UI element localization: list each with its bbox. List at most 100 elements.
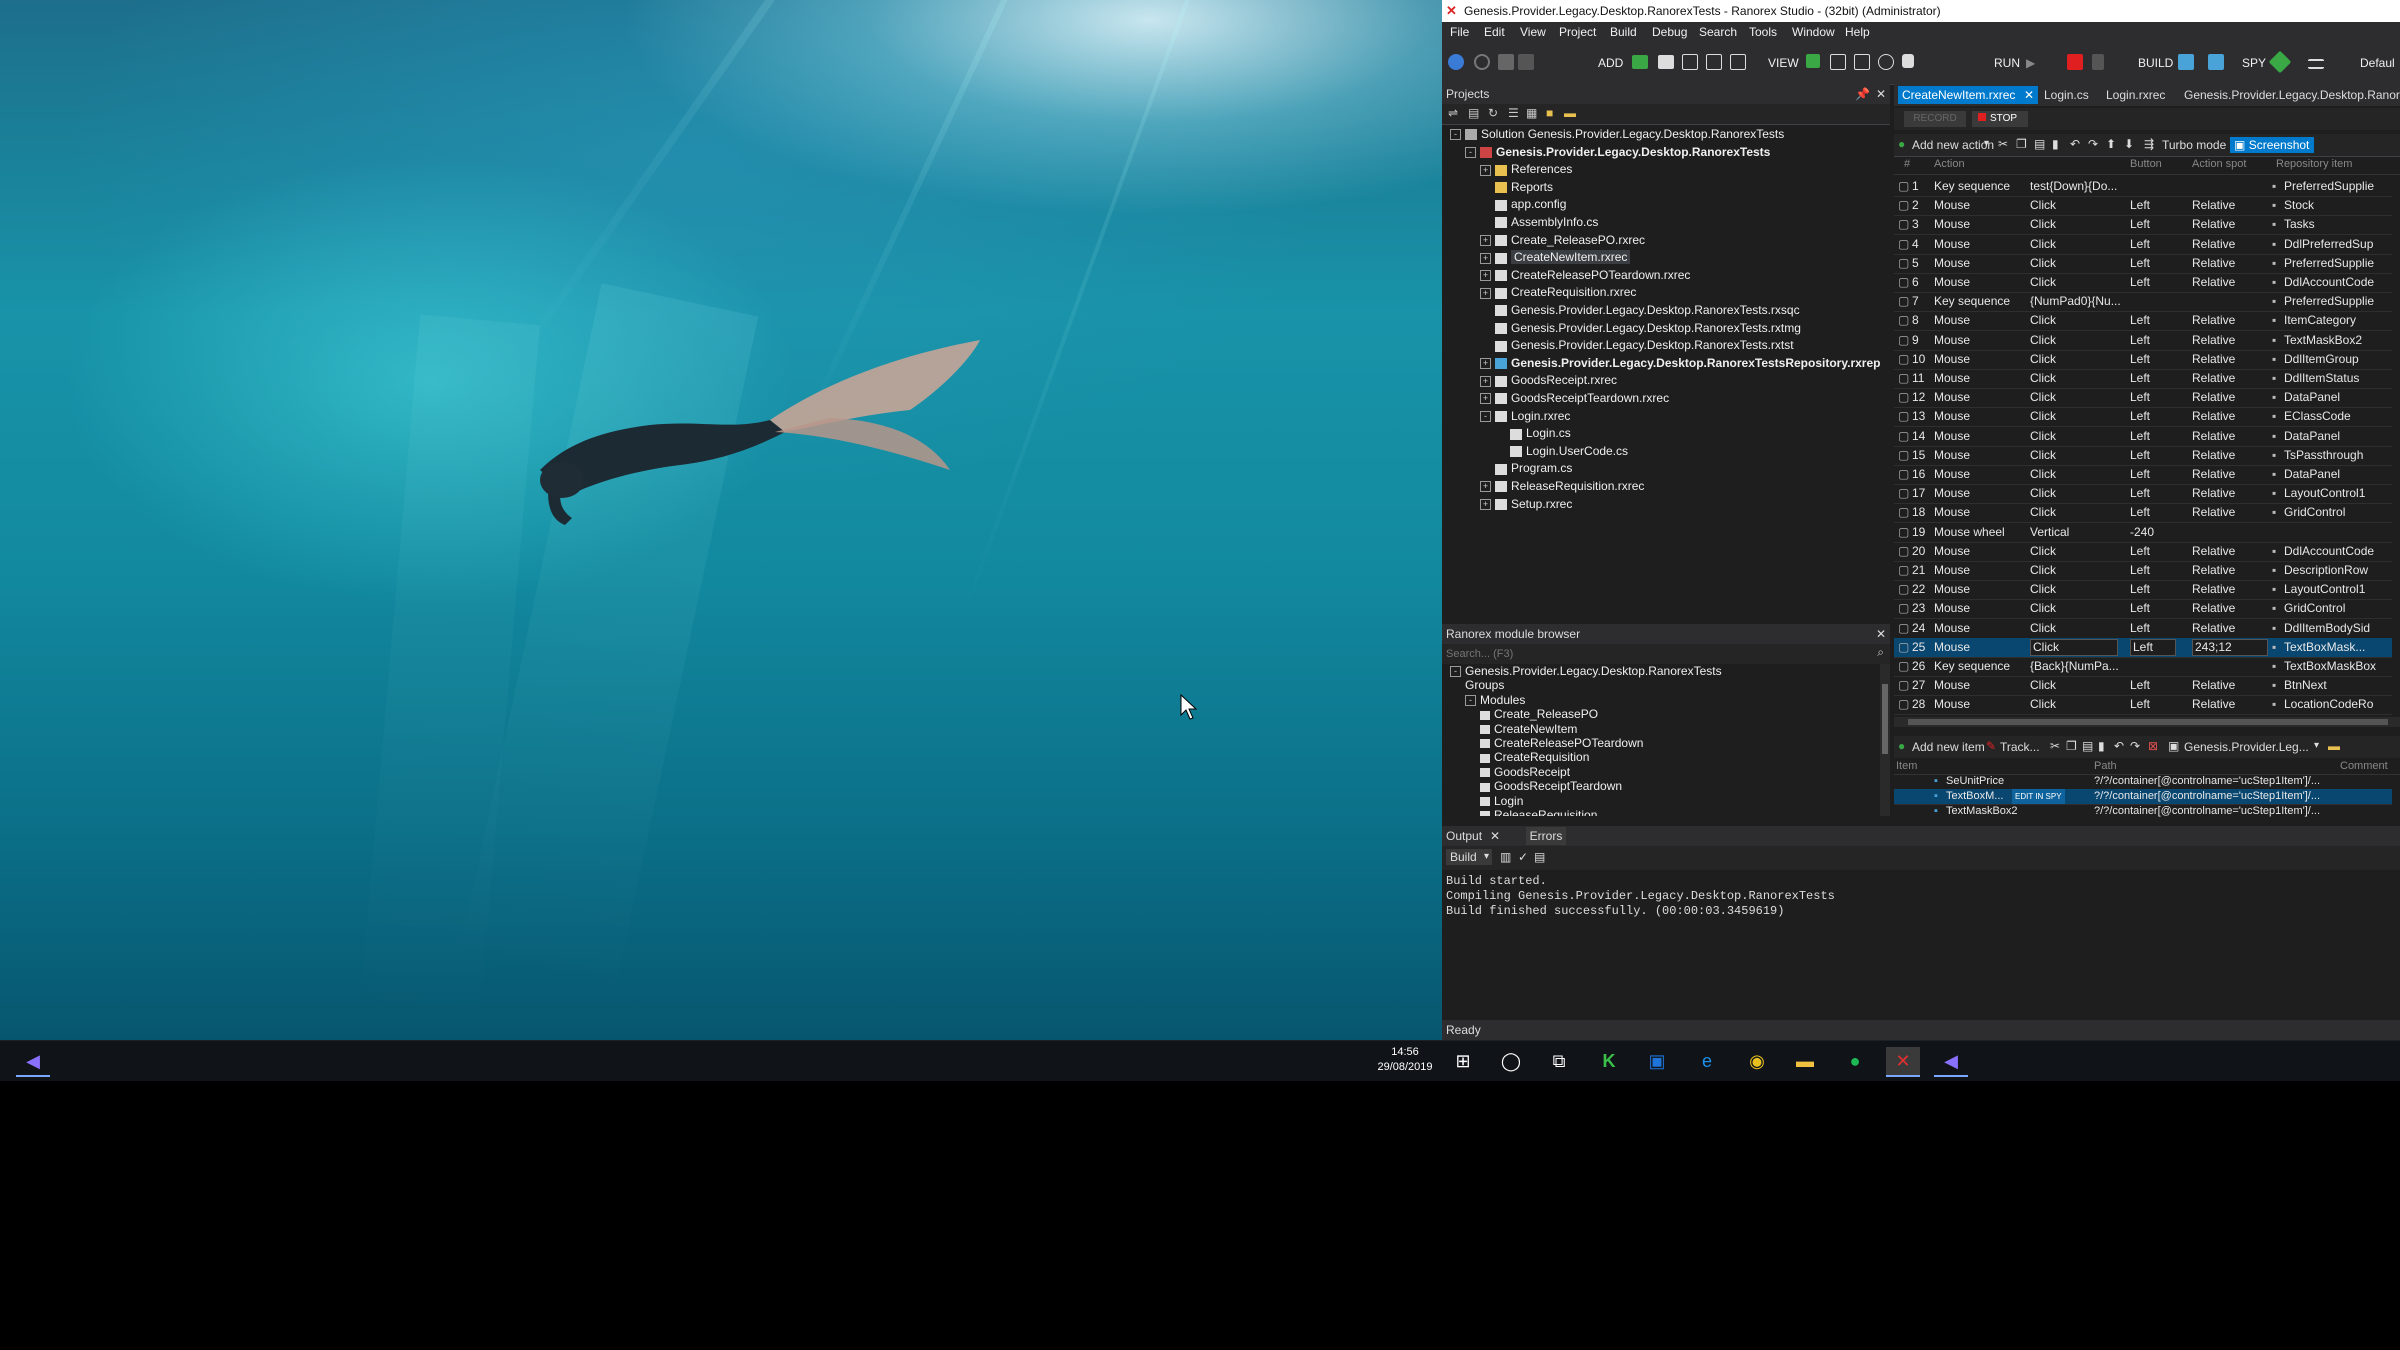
action-row[interactable]: ▢ 6 Mouse Click Left Relative DdlAccountCode ▪ (1894, 273, 2392, 293)
row-toggle-icon[interactable]: ▢ (1898, 350, 1909, 369)
project-tree-item[interactable]: Login.cs (1495, 425, 1571, 442)
row-toggle-icon[interactable]: ▢ (1898, 676, 1909, 695)
project-tree-item[interactable]: Genesis.Provider.Legacy.Desktop.RanorexT… (1480, 320, 1801, 337)
play-icon[interactable]: ▶ (2026, 52, 2035, 74)
project-tree-item[interactable]: Reports (1480, 179, 1553, 196)
menu-debug[interactable]: Debug (1652, 22, 1687, 42)
delete-icon[interactable]: ▮ (2098, 739, 2105, 753)
action-row[interactable]: ▢ 14 Mouse Click Left Relative DataPanel ▪ (1894, 427, 2392, 447)
check-icon[interactable]: ✓ (1518, 850, 1528, 864)
repository-select[interactable]: Genesis.Provider.Leg... (2184, 740, 2309, 754)
module-tree-item[interactable]: Groups (1465, 678, 1504, 692)
add-module-icon[interactable] (1658, 55, 1674, 69)
action-row[interactable]: ▢ 22 Mouse Click Left Relative LayoutControl1 ▪ (1894, 580, 2392, 601)
chrome-icon[interactable]: ◉ (1740, 1047, 1774, 1075)
tab-output[interactable]: Output (1446, 829, 1482, 843)
tab-login-cs[interactable]: Login.cs (2044, 86, 2102, 104)
spy-button[interactable]: SPY (2242, 52, 2266, 74)
repository-row[interactable]: ▪ TextBoxM... EDIT IN SPY ?/?/container[@co… (1894, 789, 2392, 805)
collapse-icon[interactable]: ⇌ (1448, 106, 1458, 120)
outlook-icon[interactable]: ▣ (1640, 1047, 1674, 1075)
stop-button[interactable]: STOP (1972, 111, 2028, 127)
project-tree-item[interactable]: + CreateNewItem.rxrec (1480, 249, 1631, 266)
add-folder-icon[interactable] (1706, 54, 1722, 70)
module-tree-item[interactable]: - Genesis.Provider.Legacy.Desktop.Ranorex… (1450, 664, 1722, 678)
expand-icon[interactable]: + (1480, 498, 1491, 510)
row-toggle-icon[interactable]: ▢ (1898, 542, 1909, 561)
row-toggle-icon[interactable]: ▢ (1898, 388, 1909, 407)
row-toggle-icon[interactable]: ▢ (1898, 695, 1909, 714)
row-toggle-icon[interactable]: ▢ (1898, 503, 1909, 522)
row-toggle-icon[interactable]: ▢ (1898, 427, 1909, 446)
module-scrollbar[interactable] (1880, 664, 1890, 816)
row-toggle-icon[interactable]: ▢ (1898, 599, 1909, 618)
open-folder-icon[interactable]: ▬ (2328, 739, 2340, 753)
collapse-icon[interactable]: - (1465, 146, 1476, 158)
spy-icon[interactable] (2268, 50, 2292, 74)
properties-icon[interactable]: ▤ (1468, 106, 1479, 120)
save-icon[interactable] (1498, 54, 1514, 70)
action-row[interactable]: ▢ 24 Mouse Click Left Relative DdlItemBodySid ▪ (1894, 619, 2392, 639)
row-toggle-icon[interactable]: ▢ (1898, 235, 1909, 254)
expand-icon[interactable]: + (1480, 234, 1491, 246)
action-row[interactable]: ▢ 25 Mouse Click Left 243;12 TextBoxMask... ▪ (1894, 637, 2392, 658)
action-row[interactable]: ▢ 15 Mouse Click Left Relative TsPassthrough ▪ (1894, 446, 2392, 466)
visual-studio-taskbar-icon[interactable]: ◀ (1934, 1047, 1968, 1077)
menu-build[interactable]: Build (1610, 22, 1637, 42)
cut-icon[interactable]: ✂ (2050, 739, 2060, 753)
menu-edit[interactable]: Edit (1484, 22, 1505, 42)
pin-icon[interactable]: 📌 (1855, 84, 1870, 104)
action-row[interactable]: ▢ 23 Mouse Click Left Relative GridControl ▪ (1894, 599, 2392, 620)
expand-icon[interactable]: + (1480, 270, 1491, 282)
tab-createnewitem[interactable]: CreateNewItem.rxrec ✕ (1898, 86, 2038, 104)
menu-view[interactable]: View (1520, 22, 1546, 42)
stop-icon[interactable] (2067, 54, 2083, 70)
save-all-icon[interactable] (1518, 54, 1534, 70)
record-button[interactable]: RECORD (1904, 111, 1966, 127)
project-tree-item[interactable]: AssemblyInfo.cs (1480, 214, 1598, 231)
visual-studio-icon[interactable]: ◀ (16, 1047, 50, 1077)
clock[interactable]: 14:56 29/08/2019 (1360, 1045, 1450, 1075)
row-toggle-icon[interactable]: ▢ (1898, 369, 1909, 388)
turbo-mode-button[interactable]: Turbo mode (2162, 138, 2226, 152)
rebuild-icon[interactable] (2208, 54, 2224, 70)
add-new-action-button[interactable]: Add new action (1912, 138, 1994, 152)
shield-icon[interactable] (1902, 54, 1914, 68)
redo-icon[interactable]: ↷ (2130, 739, 2140, 753)
paste-icon[interactable]: ▤ (2034, 137, 2045, 151)
track-button[interactable]: Track... (2000, 740, 2040, 754)
open-folder-icon[interactable]: ■ (1546, 106, 1553, 120)
paste-icon[interactable]: ▤ (2082, 739, 2093, 753)
refresh-icon[interactable]: ↻ (1488, 106, 1498, 120)
undo-icon[interactable]: ↶ (2114, 739, 2124, 753)
explorer-icon[interactable]: ▬ (1564, 106, 1576, 120)
action-row[interactable]: ▢ 3 Mouse Click Left Relative Tasks ▪ (1894, 215, 2392, 236)
expand-icon[interactable]: + (1480, 252, 1491, 264)
project-tree-item[interactable]: + CreateRequisition.rxrec (1480, 284, 1636, 301)
track-icon[interactable]: ✎ (1986, 739, 1996, 753)
project-tree-item[interactable]: app.config (1480, 196, 1566, 213)
clear-output-icon[interactable]: ▥ (1500, 850, 1511, 864)
add-new-item-button[interactable]: Add new item (1912, 740, 1985, 754)
edit-in-spy-button[interactable]: EDIT IN SPY (2012, 789, 2065, 804)
expand-icon[interactable]: + (1480, 481, 1491, 493)
show-all-icon[interactable]: ☰ (1508, 106, 1519, 120)
tab-repository[interactable]: Genesis.Provider.Legacy.Desktop.RanorexT… (2184, 86, 2400, 104)
redo-icon[interactable]: ↷ (2088, 137, 2098, 151)
add-icon[interactable]: ● (1898, 739, 1905, 753)
repository-row[interactable]: ▪ SeUnitPrice ?/?/container[@controlname='… (1894, 774, 2392, 790)
settings-icon[interactable] (2308, 59, 2324, 69)
action-row[interactable]: ▢ 16 Mouse Click Left Relative DataPanel ▪ (1894, 465, 2392, 485)
repository-row[interactable]: ▪ TextMaskBox2 ?/?/container[@controlname=… (1894, 804, 2392, 818)
module-tree-item[interactable]: GoodsReceipt (1480, 765, 1570, 779)
word-wrap-icon[interactable]: ▤ (1534, 850, 1545, 864)
project-tree-item[interactable]: + ReleaseRequisition.rxrec (1480, 478, 1644, 495)
module-tree-item[interactable]: CreateNewItem (1480, 722, 1577, 736)
ranorex-taskbar-icon[interactable]: ✕ (1886, 1047, 1920, 1077)
move-down-icon[interactable]: ⬇ (2124, 137, 2134, 151)
output-filter-select[interactable]: Build ▾ (1446, 849, 1492, 865)
module-tree-item[interactable]: GoodsReceiptTeardown (1480, 779, 1622, 793)
screenshot-button[interactable]: ▣ Screenshot (2230, 137, 2314, 153)
action-row[interactable]: ▢ 27 Mouse Click Left Relative BtnNext ▪ (1894, 676, 2392, 697)
action-row[interactable]: ▢ 5 Mouse Click Left Relative PreferredSupplie… (1894, 254, 2392, 274)
